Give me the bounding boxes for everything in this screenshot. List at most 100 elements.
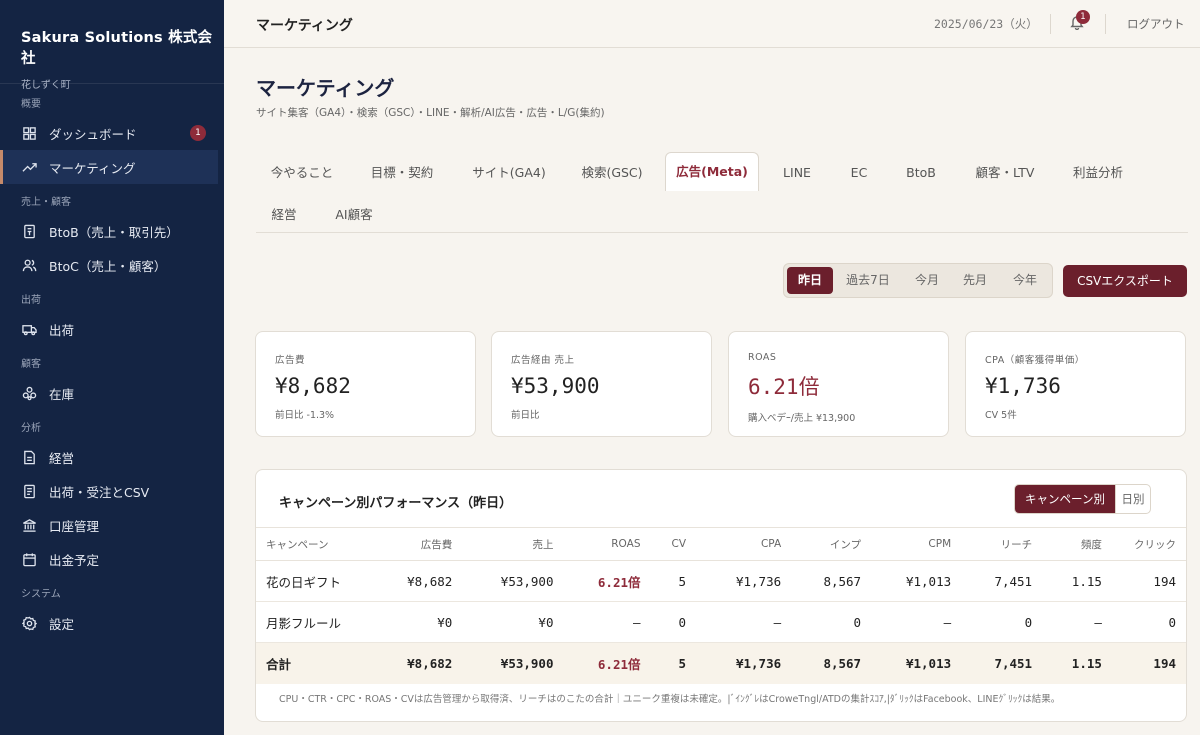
kpi-card-ad-spend: 広告費 ¥8,682 前日比 -1.3%: [255, 331, 476, 437]
sidebar-item-label: 在庫: [49, 386, 75, 402]
sidebar-item-marketing[interactable]: マーケティング: [0, 150, 218, 184]
table-cell: —: [1032, 601, 1102, 643]
tab-todo[interactable]: 今やること: [256, 154, 348, 192]
table-cell: 0: [1101, 601, 1186, 643]
nav-section-overview: 概要: [21, 99, 41, 110]
column-header[interactable]: CPA: [686, 527, 782, 561]
table-cell: 7,451: [951, 560, 1033, 602]
sidebar-item-label: BtoC（売上・顧客）: [49, 258, 167, 274]
sidebar-item-settings[interactable]: 設定: [0, 606, 218, 640]
kpi-card-cpa: CPA（顧客獲得単価） ¥1,736 CV 5件: [965, 331, 1186, 437]
kpi-label: ROAS: [748, 352, 777, 363]
gear-icon: [21, 615, 37, 631]
sidebar-item-accounts[interactable]: 口座管理: [0, 508, 218, 542]
kpi-note: 購入ベデｰ/売上 ¥13,900: [748, 413, 856, 424]
csv-export-button[interactable]: CSVエクスポート: [1063, 265, 1187, 297]
kpi-card-ad-sales: 広告経由 売上 ¥53,900 前日比: [491, 331, 712, 437]
sidebar-item-dashboard[interactable]: ダッシュボード 1: [0, 116, 218, 150]
file-icon: [21, 483, 37, 499]
tab-line[interactable]: LINE: [766, 154, 828, 192]
sidebar-item-label: マーケティング: [49, 160, 136, 176]
sidebar-item-btob[interactable]: BtoB（売上・取引先）: [0, 214, 218, 248]
sidebar-item-label: 経営: [49, 450, 75, 466]
kpi-note: 前日比 -1.3%: [275, 410, 335, 421]
sidebar-item-label: 設定: [49, 616, 75, 632]
table-cell: 6.21倍: [553, 642, 641, 684]
nav-section-system: システム: [21, 589, 61, 600]
sidebar-item-shipping[interactable]: 出荷: [0, 312, 218, 346]
column-header[interactable]: インプ: [781, 527, 862, 561]
kpi-note: CV 5件: [985, 410, 1017, 421]
tab-search-gsc[interactable]: 検索(GSC): [566, 154, 658, 192]
column-header[interactable]: リーチ: [951, 527, 1033, 561]
sidebar-item-orders-csv[interactable]: 出荷・受注とCSV: [0, 474, 218, 508]
column-header[interactable]: CV: [640, 527, 687, 561]
table-cell: 月影フルール: [256, 601, 388, 643]
column-header[interactable]: ROAS: [553, 527, 641, 561]
tab-management[interactable]: 経営: [256, 196, 312, 234]
tab-site-ga4[interactable]: サイト(GA4): [460, 154, 558, 192]
truck-icon: [21, 321, 37, 337]
range-yesterday[interactable]: 昨日: [787, 267, 833, 294]
sidebar-item-label: 出荷: [49, 322, 75, 338]
tab-customer-ltv[interactable]: 顧客・LTV: [960, 154, 1050, 192]
table-cell: ¥1,736: [686, 560, 782, 602]
tab-goals[interactable]: 目標・契約: [356, 154, 448, 192]
boxes-icon: [21, 385, 37, 401]
ledger-icon: [21, 223, 37, 239]
table-cell: 1.15: [1032, 642, 1102, 684]
bank-icon: [21, 517, 37, 533]
table-row[interactable]: 月影フルール ¥0 ¥0 — 0 — 0 — 0 — 0: [256, 601, 1186, 643]
tab-btob[interactable]: BtoB: [890, 154, 952, 192]
sidebar-item-management[interactable]: 経営: [0, 440, 218, 474]
sidebar: Sakura Solutions 株式会社 花しずく町 概要 ダッシュボード 1…: [0, 0, 224, 735]
range-last-month[interactable]: 先月: [952, 267, 998, 294]
sidebar-item-label: 口座管理: [49, 518, 100, 534]
table-cell: 5: [640, 642, 687, 684]
table-cell: 8,567: [781, 642, 862, 684]
kpi-label: 広告経由 売上: [511, 355, 575, 366]
table-row[interactable]: 花の日ギフト ¥8,682 ¥53,900 6.21倍 5 ¥1,736 8,5…: [256, 560, 1186, 602]
kpi-value: 6.21倍: [748, 375, 820, 399]
table-total-row: 合計 ¥8,682 ¥53,900 6.21倍 5 ¥1,736 8,567 ¥…: [256, 642, 1186, 684]
table-cell: 6.21倍: [553, 560, 641, 602]
sidebar-item-payouts[interactable]: 出金予定: [0, 542, 218, 576]
kpi-value: ¥8,682: [275, 374, 351, 398]
page-title: マーケティング: [256, 76, 395, 100]
column-header[interactable]: 売上: [452, 527, 554, 561]
toggle-by-campaign[interactable]: キャンペーン別: [1015, 485, 1115, 513]
sidebar-item-btoc[interactable]: BtoC（売上・顧客）: [0, 248, 218, 282]
table-cell: 7,451: [951, 642, 1033, 684]
logout-link[interactable]: ログアウト: [1127, 16, 1185, 32]
calendar-icon: [21, 551, 37, 567]
column-header[interactable]: CPM: [861, 527, 952, 561]
sidebar-item-inventory[interactable]: 在庫: [0, 376, 218, 410]
table-cell: —: [686, 601, 782, 643]
nav-section-customers: 顧客: [21, 359, 41, 370]
tab-divider: [256, 232, 1188, 233]
table-cell: ¥53,900: [452, 642, 554, 684]
column-header[interactable]: 頻度: [1032, 527, 1102, 561]
tab-ads-meta[interactable]: 広告(Meta): [665, 152, 759, 191]
table-cell: 194: [1101, 642, 1186, 684]
tab-ai-customer[interactable]: AI顧客: [320, 196, 388, 234]
column-header[interactable]: クリック: [1101, 527, 1186, 561]
range-this-month[interactable]: 今月: [904, 267, 950, 294]
table-cell: ¥8,682: [387, 560, 453, 602]
column-header[interactable]: キャンペーン: [256, 527, 388, 561]
table-cell: 0: [781, 601, 862, 643]
range-this-year[interactable]: 今年: [1002, 267, 1048, 294]
nav-section-shipping: 出荷: [21, 295, 41, 306]
range-last-7-days[interactable]: 過去7日: [838, 267, 898, 294]
tab-profit-analysis[interactable]: 利益分析: [1060, 154, 1136, 192]
users-icon: [21, 257, 37, 273]
table-cell: 0: [951, 601, 1033, 643]
kpi-label: 広告費: [275, 355, 306, 366]
table-cell: ¥0: [452, 601, 554, 643]
sidebar-item-label: 出荷・受注とCSV: [49, 484, 150, 500]
column-header[interactable]: 広告費: [387, 527, 453, 561]
toggle-by-day[interactable]: 日別: [1115, 485, 1150, 513]
kpi-value: ¥53,900: [511, 374, 600, 398]
tab-ec[interactable]: EC: [836, 154, 882, 192]
nav-section-sales: 売上・顧客: [21, 197, 71, 208]
